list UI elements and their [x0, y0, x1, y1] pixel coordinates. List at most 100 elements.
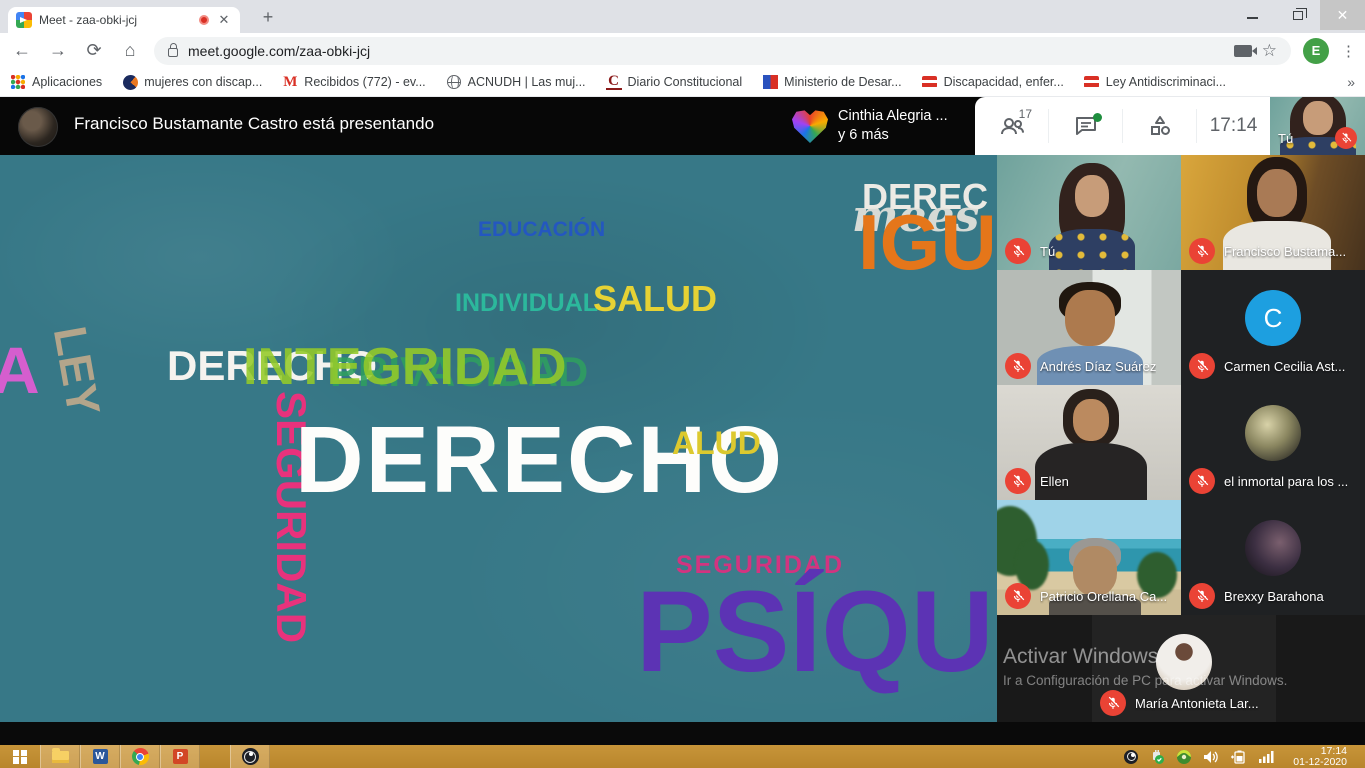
window-minimize-button[interactable] — [1230, 0, 1275, 30]
chat-button[interactable] — [1049, 109, 1123, 143]
bookmark-item[interactable]: Discapacidad, enfer... — [922, 74, 1064, 90]
sidebar-bottom-row: Activar Windows Ir a Configuración de PC… — [997, 615, 1365, 722]
wordcloud-word: PSÍQU — [636, 575, 994, 690]
bookmark-item[interactable]: M Recibidos (772) - ev... — [282, 74, 425, 90]
system-tray: 17:14 01-12-2020 — [1114, 745, 1365, 768]
chrome-menu-icon[interactable]: ⋮ — [1341, 42, 1355, 60]
participant-name: el inmortal para los ... — [1224, 474, 1348, 489]
apps-grid-icon — [11, 75, 25, 89]
home-icon[interactable]: ⌂ — [118, 40, 142, 61]
participant-photo-avatar — [1245, 520, 1301, 576]
taskbar-file-explorer[interactable] — [40, 745, 80, 768]
bookmark-item[interactable]: ACNUDH | Las muj... — [446, 74, 586, 90]
wordcloud-word: SALUD — [593, 281, 717, 317]
bookmark-item[interactable]: Ley Antidiscriminaci... — [1084, 74, 1226, 90]
participant-tile-tu[interactable]: Tú — [997, 155, 1181, 270]
battery-icon[interactable] — [1230, 750, 1247, 764]
mic-muted-icon — [1100, 690, 1126, 716]
participant-name: Francisco Bustama... — [1224, 244, 1346, 259]
meet-favicon-icon — [16, 12, 32, 28]
file-explorer-icon — [52, 751, 69, 763]
tab-title: Meet - zaa-obki-jcj — [39, 13, 192, 27]
participant-tile-patricio[interactable]: Patricio Orellana Ca... — [997, 500, 1181, 615]
new-tab-button[interactable]: + — [255, 5, 281, 31]
bookmark-item[interactable]: C Diario Constitucional — [606, 74, 743, 90]
participants-sidebar: Tú Francisco Bustama... Andrés Díaz Suár… — [997, 155, 1365, 722]
meet-controls: 17 17:14 — [975, 97, 1270, 155]
participant-name: Tú — [1278, 131, 1293, 146]
obs-icon — [242, 748, 259, 765]
window-close-button[interactable]: ✕ — [1320, 0, 1365, 30]
wordcloud-word: INTEGRIDAD — [243, 341, 567, 393]
taskbar-powerpoint[interactable]: P — [160, 745, 200, 768]
red-bars-icon — [922, 76, 937, 88]
browser-tab[interactable]: Meet - zaa-obki-jcj ✕ — [8, 7, 240, 33]
taskbar-clock[interactable]: 17:14 01-12-2020 — [1285, 746, 1355, 768]
chat-notification-dot — [1093, 113, 1102, 122]
obs-tray-icon[interactable] — [1124, 750, 1138, 764]
mic-muted-icon — [1189, 238, 1215, 264]
participant-heart-avatar — [792, 109, 828, 143]
url-field[interactable]: meet.google.com/zaa-obki-jcj ☆ — [154, 37, 1291, 65]
bookmark-apps[interactable]: Aplicaciones — [10, 74, 102, 90]
participant-initial-avatar: C — [1245, 290, 1301, 346]
bookmarks-overflow-icon[interactable]: » — [1347, 74, 1355, 90]
participant-tile-ellen[interactable]: Ellen — [997, 385, 1181, 500]
mic-muted-icon — [1005, 583, 1031, 609]
camera-in-use-icon[interactable] — [1234, 45, 1252, 57]
mic-muted-icon — [1005, 238, 1031, 264]
bookmarks-bar: Aplicaciones mujeres con discap... M Rec… — [0, 68, 1365, 97]
participant-tile-maria[interactable]: María Antonieta Lar... — [1092, 615, 1276, 722]
lock-icon[interactable] — [168, 48, 178, 57]
usb-safely-remove-icon[interactable] — [1149, 749, 1165, 765]
participants-button[interactable]: 17 — [975, 109, 1049, 143]
url-text[interactable]: meet.google.com/zaa-obki-jcj — [188, 43, 1224, 59]
forward-icon[interactable]: → — [46, 40, 70, 61]
tab-close-icon[interactable]: ✕ — [216, 12, 232, 28]
start-button[interactable] — [0, 745, 40, 768]
site-circle-icon — [123, 75, 138, 90]
antivirus-icon[interactable] — [1176, 749, 1192, 765]
gmail-icon: M — [282, 74, 298, 90]
participant-name: Carmen Cecilia Ast... — [1224, 359, 1345, 374]
participant-tile-francisco[interactable]: Francisco Bustama... — [1181, 155, 1365, 270]
bookmark-star-icon[interactable]: ☆ — [1262, 41, 1277, 61]
participant-tile-inmortal[interactable]: el inmortal para los ... — [1181, 385, 1365, 500]
reload-icon[interactable]: ⟳ — [82, 40, 106, 61]
corner-self-tile[interactable]: Tú — [1270, 97, 1365, 155]
volume-icon[interactable] — [1203, 750, 1219, 764]
participant-name: Patricio Orellana Ca... — [1040, 589, 1167, 604]
activities-shapes-icon — [1148, 114, 1172, 138]
other-participants-summary[interactable]: Cinthia Alegria ... y 6 más — [792, 103, 972, 149]
profile-avatar[interactable]: E — [1303, 38, 1329, 64]
activities-button[interactable] — [1123, 109, 1197, 143]
participant-photo-avatar — [1245, 405, 1301, 461]
participants-count: 17 — [1019, 107, 1032, 121]
tab-strip: Meet - zaa-obki-jcj ✕ + ✕ — [0, 0, 1365, 33]
participant-tile-andres[interactable]: Andrés Díaz Suárez — [997, 270, 1181, 385]
window-restore-button[interactable] — [1275, 0, 1320, 30]
mic-muted-icon — [1189, 468, 1215, 494]
letter-c-icon: C — [606, 74, 622, 90]
taskbar-obs[interactable] — [230, 745, 270, 768]
network-signal-icon[interactable] — [1258, 750, 1274, 763]
back-icon[interactable]: ← — [10, 40, 34, 61]
wordcloud-word: A — [0, 337, 40, 403]
participant-tile-carmen[interactable]: C Carmen Cecilia Ast... — [1181, 270, 1365, 385]
bookmark-item[interactable]: mujeres con discap... — [122, 74, 262, 90]
wordcloud-word: IGU — [858, 203, 997, 281]
participant-tile-brexxy[interactable]: Brexxy Barahona — [1181, 500, 1365, 615]
mic-muted-icon — [1335, 127, 1357, 149]
mic-muted-icon — [1189, 583, 1215, 609]
windows-logo-icon — [13, 750, 27, 764]
tab-recording-indicator-icon — [199, 15, 209, 25]
mic-muted-icon — [1005, 468, 1031, 494]
taskbar-chrome[interactable] — [120, 745, 160, 768]
participant-name: Andrés Díaz Suárez — [1040, 359, 1156, 374]
chrome-icon — [132, 748, 149, 765]
taskbar-word[interactable]: W — [80, 745, 120, 768]
bookmark-item[interactable]: Ministerio de Desar... — [762, 74, 901, 90]
participant-photo-avatar — [1156, 634, 1212, 690]
presenting-banner: Francisco Bustamante Castro está present… — [74, 114, 434, 134]
bottom-black-strip — [0, 722, 1365, 745]
